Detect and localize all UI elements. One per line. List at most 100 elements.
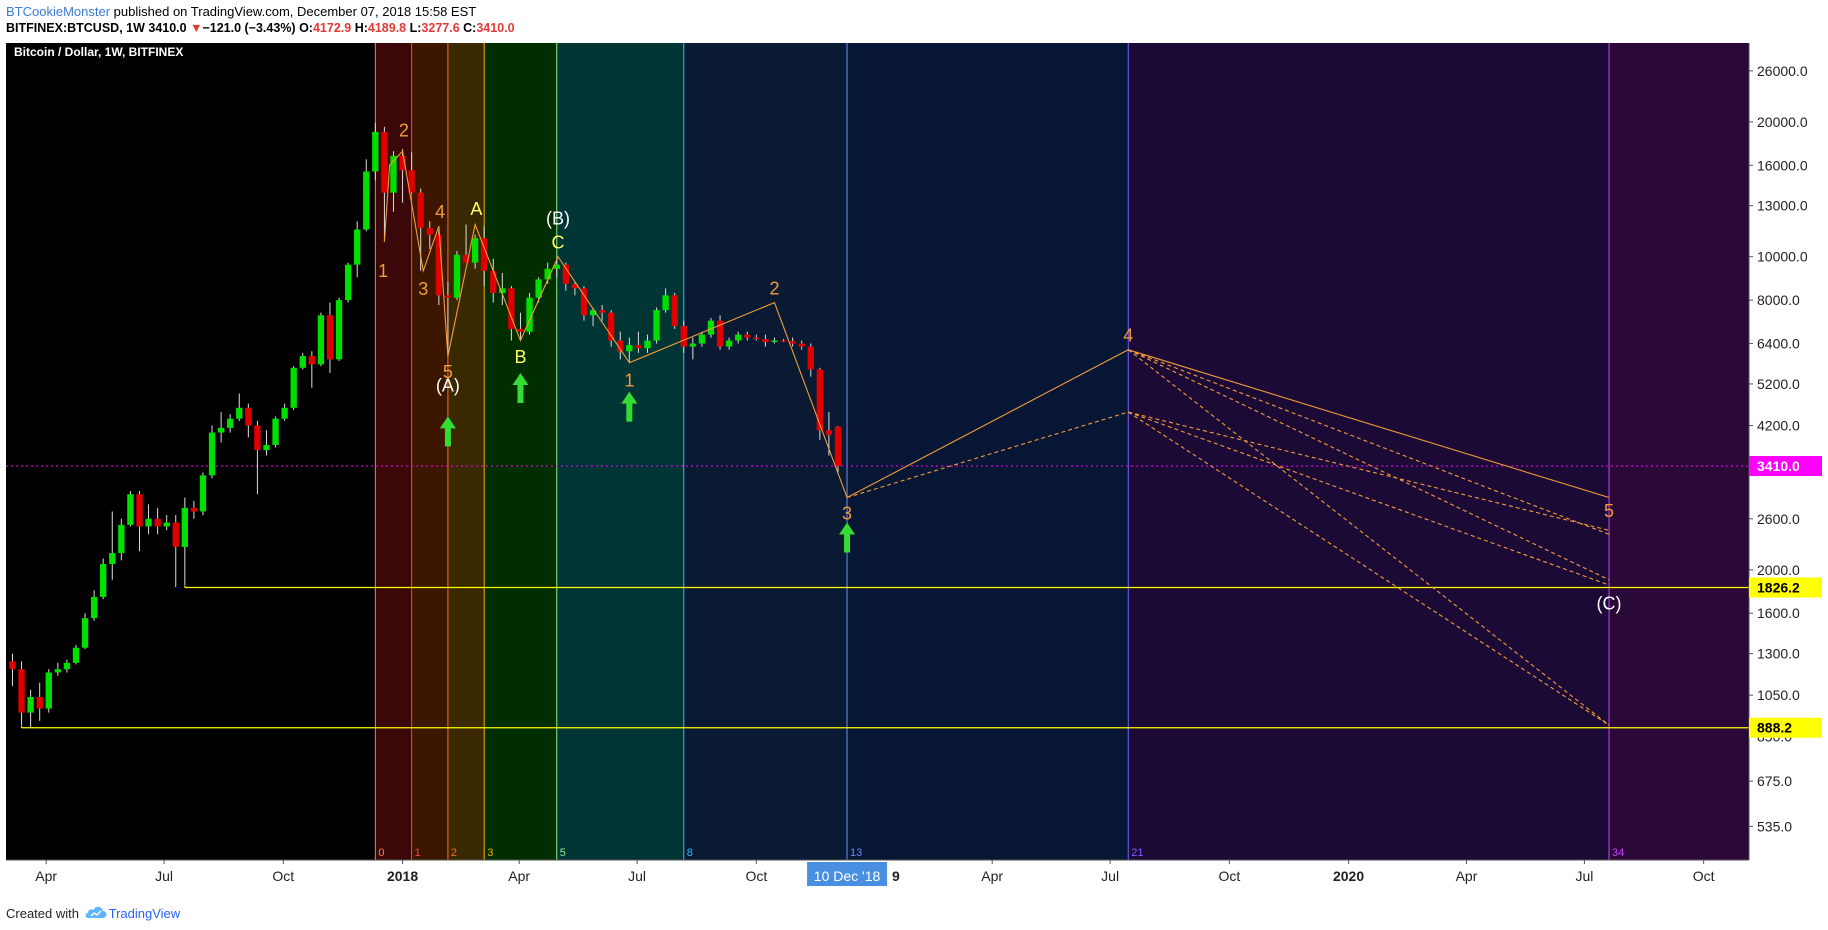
candle-body — [744, 334, 751, 338]
wave-label: 1 — [378, 261, 388, 281]
fib-time-label: 8 — [687, 847, 693, 859]
wave-label: 5 — [1604, 501, 1614, 521]
x-tick-label: Oct — [745, 868, 767, 884]
fib-zone — [1128, 43, 1610, 860]
candle-body — [798, 343, 805, 347]
candle-body — [9, 661, 16, 670]
x-tick-label: 2020 — [1333, 868, 1364, 884]
level-badge: 888.2 — [1757, 720, 1792, 736]
tradingview-brand[interactable]: TradingView — [109, 906, 181, 921]
candle-body — [453, 254, 461, 298]
candle-body — [245, 407, 252, 426]
candle-body — [63, 662, 71, 670]
symbol: BITFINEX:BTCUSD, 1W — [6, 21, 145, 35]
y-tick-label: 16000.0 — [1757, 157, 1808, 173]
candle-body — [598, 310, 606, 313]
candle-body — [816, 369, 824, 431]
fib-zone — [484, 43, 557, 860]
high-label: H: — [354, 21, 368, 35]
author-link[interactable]: BTCookieMonster — [6, 4, 110, 19]
candle-body — [290, 367, 297, 408]
published-text: published on TradingView.com, December 0… — [113, 4, 477, 19]
y-tick-label: 4200.0 — [1757, 417, 1800, 433]
candle-body — [109, 553, 116, 565]
symbol-info: BITFINEX:BTCUSD, 1W 3410.0 ▼−121.0 (−3.4… — [6, 21, 515, 35]
x-tick-label: Oct — [1693, 868, 1715, 884]
candle-body — [771, 340, 778, 343]
wave-label: 4 — [435, 202, 445, 222]
open-value: 4172.9 — [312, 21, 352, 35]
candle-body — [834, 426, 842, 467]
candle-body — [208, 432, 216, 476]
fib-zone — [847, 43, 1129, 860]
candle-body — [807, 346, 814, 370]
candle-body — [100, 564, 107, 597]
fib-time-label: 1 — [415, 847, 421, 859]
wave-label: 2 — [769, 279, 779, 299]
wave-label: (B) — [546, 209, 570, 229]
x-tick-label: 2018 — [387, 868, 418, 884]
candle-body — [363, 171, 370, 230]
y-tick-label: 675.0 — [1757, 773, 1792, 789]
candle-body — [308, 356, 316, 365]
open-label: O: — [299, 21, 313, 35]
x-tick-label: Apr — [35, 868, 57, 884]
candle-body — [90, 596, 98, 619]
wave-label: 3 — [842, 504, 852, 524]
y-tick-label: 1300.0 — [1757, 646, 1800, 662]
y-tick-label: 5200.0 — [1757, 376, 1800, 392]
candle-body — [236, 407, 243, 419]
y-tick-label: 2600.0 — [1757, 511, 1800, 527]
candle-body — [671, 295, 678, 327]
candle-body — [372, 131, 379, 172]
cursor-date-label: 10 Dec '18 — [814, 868, 881, 884]
y-tick-label: 2000.0 — [1757, 562, 1800, 578]
x-tick-label: Jul — [1575, 868, 1593, 884]
candle-body — [780, 340, 787, 342]
price-change: −121.0 (−3.43%) — [202, 21, 296, 35]
price-chart[interactable]: 0 1 2 3 5 8 13 21 34Bitcoin / Dollar, 1W, BITFIN… — [6, 43, 1822, 893]
wave-label: (A) — [436, 376, 460, 396]
publish-info: BTCookieMonster published on TradingView… — [6, 4, 476, 19]
candle-body — [281, 407, 288, 419]
candle-body — [190, 507, 198, 512]
fib-zone — [556, 43, 684, 860]
candle-body — [680, 326, 687, 347]
candle-body — [471, 238, 479, 263]
wave-label: B — [514, 347, 526, 367]
candle-body — [299, 356, 306, 368]
x-tick-label: Jul — [155, 868, 173, 884]
x-tick-label: Oct — [272, 868, 294, 884]
candle-body — [81, 618, 89, 648]
candle-body — [254, 425, 261, 451]
y-tick-label: 20000.0 — [1757, 114, 1808, 130]
wave-label: 1 — [624, 371, 634, 391]
candle-body — [54, 669, 62, 673]
x-tick-label: Apr — [508, 868, 530, 884]
candle-body — [725, 340, 733, 347]
high-value: 4189.8 — [367, 21, 407, 35]
candle-body — [127, 494, 134, 525]
tradingview-cloud-icon — [85, 907, 107, 918]
candle-body — [172, 522, 179, 547]
candle-body — [762, 339, 769, 343]
candle-body — [735, 334, 742, 341]
candle-body — [36, 697, 43, 709]
candle-body — [154, 518, 161, 527]
chart-title: Bitcoin / Dollar, 1W, BITFINEX — [14, 45, 183, 59]
candle-body — [118, 524, 125, 554]
last-price: 3410.0 — [148, 21, 187, 35]
fib-time-label: 13 — [850, 847, 862, 859]
close-label: C: — [463, 21, 477, 35]
y-tick-label: 1600.0 — [1757, 605, 1800, 621]
low-value: 3277.6 — [421, 21, 460, 35]
down-triangle-icon: ▼ — [190, 21, 203, 35]
candle-body — [662, 295, 669, 311]
candle-body — [698, 334, 706, 344]
candle-body — [317, 315, 325, 365]
fib-zone — [683, 43, 848, 860]
candle-body — [490, 270, 497, 293]
y-tick-label: 8000.0 — [1757, 292, 1800, 308]
y-tick-label: 1050.0 — [1757, 687, 1800, 703]
wave-label: C — [552, 233, 565, 253]
